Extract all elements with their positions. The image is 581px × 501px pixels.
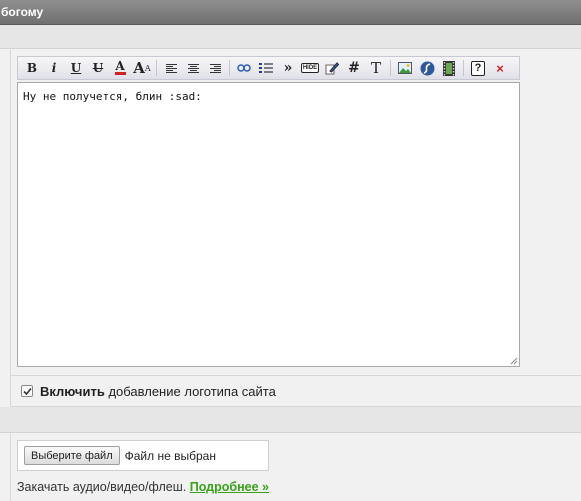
resize-handle-icon[interactable]: [508, 355, 518, 365]
logo-option-bold: Включить: [40, 383, 105, 399]
edit-button[interactable]: [321, 57, 343, 79]
italic-button[interactable]: i: [43, 57, 65, 79]
logo-option-row: Включить добавление логотипа сайта: [11, 375, 581, 407]
flash-icon: [420, 61, 434, 75]
font-size-glyph: A: [133, 59, 145, 77]
text-button[interactable]: T: [365, 57, 387, 79]
hide-label: HIDE: [300, 63, 320, 73]
clear-button[interactable]: ×: [489, 57, 511, 79]
flash-button[interactable]: [416, 57, 438, 79]
align-right-icon: [209, 64, 221, 73]
align-left-icon: [165, 64, 177, 73]
strikethrough-button[interactable]: U: [87, 57, 109, 79]
editor-toolbar: B i U U A AA » HIDE # T ? ×: [17, 56, 520, 80]
logo-option-label: Включить добавление логотипа сайта: [40, 384, 276, 399]
message-text: Ну не получется, блин :sad:: [23, 90, 202, 103]
list-button[interactable]: [255, 57, 277, 79]
message-textarea[interactable]: Ну не получется, блин :sad:: [17, 82, 520, 367]
file-status: Файл не выбран: [124, 448, 216, 463]
toolbar-separator: [460, 57, 467, 79]
image-button[interactable]: [394, 57, 416, 79]
section-header: богому: [0, 0, 581, 25]
logo-checkbox[interactable]: [21, 385, 33, 397]
red-bar-icon: [114, 72, 126, 75]
choose-file-button[interactable]: Выберите файл: [24, 446, 120, 465]
middle-band: [0, 407, 581, 433]
bold-button[interactable]: B: [21, 57, 43, 79]
font-size-button[interactable]: AA: [131, 57, 153, 79]
toolbar-separator: [226, 57, 233, 79]
pencil-icon: [325, 62, 339, 75]
align-left-button[interactable]: [160, 57, 182, 79]
file-upload-field: Выберите файл Файл не выбран: [17, 440, 269, 471]
list-icon: [259, 63, 273, 73]
align-center-button[interactable]: [182, 57, 204, 79]
help-button[interactable]: ?: [467, 57, 489, 79]
more-info-link[interactable]: Подробнее »: [190, 480, 269, 494]
font-color-button[interactable]: A: [109, 57, 131, 79]
help-icon: ?: [471, 60, 485, 76]
link-button[interactable]: [233, 57, 255, 79]
code-button[interactable]: #: [343, 57, 365, 79]
underline-button[interactable]: U: [65, 57, 87, 79]
font-color-glyph: A: [115, 59, 125, 73]
quote-button[interactable]: »: [277, 57, 299, 79]
video-button[interactable]: [438, 57, 460, 79]
toolbar-separator: [387, 57, 394, 79]
top-band: [0, 25, 581, 49]
link-icon: [237, 64, 251, 72]
align-center-icon: [187, 64, 199, 73]
toolbar-separator: [153, 57, 160, 79]
font-size-small-icon: A: [144, 63, 151, 73]
align-right-button[interactable]: [204, 57, 226, 79]
media-upload-row: Закачать аудио/видео/флеш. Подробнее »: [17, 480, 269, 494]
media-upload-text: Закачать аудио/видео/флеш.: [17, 480, 190, 494]
hide-button[interactable]: HIDE: [299, 57, 321, 79]
film-icon: [443, 60, 455, 76]
image-icon: [398, 62, 412, 74]
section-title: богому: [1, 5, 44, 19]
checkmark-icon: [22, 387, 32, 395]
logo-option-text: добавление логотипа сайта: [104, 383, 276, 399]
